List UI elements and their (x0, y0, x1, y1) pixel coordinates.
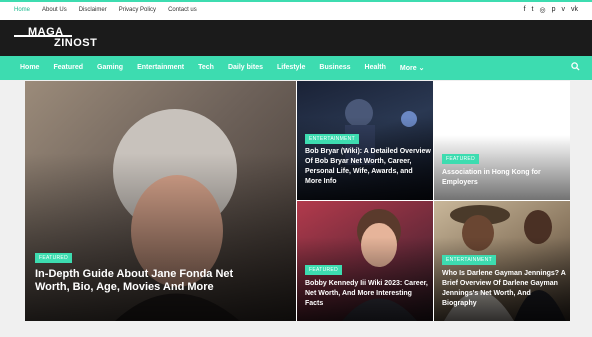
nav-health[interactable]: Health (365, 64, 386, 72)
top-nav: Home About Us Disclaimer Privacy Policy … (14, 7, 197, 13)
category-badge[interactable]: FEATURED (305, 265, 342, 275)
instagram-icon[interactable]: ◎ (539, 6, 545, 14)
nav-lifestyle[interactable]: Lifestyle (277, 64, 305, 72)
topnav-home[interactable]: Home (14, 7, 30, 13)
nav-tech[interactable]: Tech (198, 64, 214, 72)
category-badge[interactable]: FEATURED (35, 253, 72, 263)
logo-bar (14, 35, 52, 37)
nav-home[interactable]: Home (20, 64, 39, 72)
post-title[interactable]: Who Is Darlene Gayman Jennings? A Brief … (442, 269, 566, 309)
post-title[interactable]: Bob Bryar (Wiki): A Detailed Overview Of… (305, 147, 431, 187)
post-card[interactable]: ENTERTAINMENT Who Is Darlene Gayman Jenn… (434, 201, 570, 321)
twitter-icon[interactable]: t (532, 6, 534, 14)
topnav-privacy[interactable]: Privacy Policy (119, 7, 156, 13)
nav-featured[interactable]: Featured (53, 64, 83, 72)
vk-icon[interactable]: vk (571, 6, 578, 14)
post-card[interactable]: FEATURED Association in Hong Kong for Em… (434, 81, 570, 200)
nav-more[interactable]: More ⌄ (400, 64, 425, 72)
post-title[interactable]: In-Depth Guide About Jane Fonda Net Wort… (35, 268, 235, 294)
post-title[interactable]: Association in Hong Kong for Employers (442, 168, 566, 188)
category-badge[interactable]: FEATURED (442, 154, 479, 164)
featured-grid: FEATURED In-Depth Guide About Jane Fonda… (25, 81, 570, 321)
category-badge[interactable]: ENTERTAINMENT (442, 255, 496, 265)
topnav-about[interactable]: About Us (42, 7, 67, 13)
search-icon[interactable] (571, 62, 580, 74)
topnav-disclaimer[interactable]: Disclaimer (79, 7, 107, 13)
post-card[interactable]: ENTERTAINMENT Bob Bryar (Wiki): A Detail… (297, 81, 433, 200)
post-title[interactable]: Bobby Kennedy Iii Wiki 2023: Career, Net… (305, 279, 429, 309)
site-logo[interactable]: MAGA ZINOST (14, 26, 104, 50)
image-overlay (25, 153, 296, 321)
vimeo-icon[interactable]: v (562, 6, 566, 14)
nav-entertainment[interactable]: Entertainment (137, 64, 184, 72)
logo-line-2: ZINOST (54, 37, 98, 49)
facebook-icon[interactable]: f (524, 6, 526, 14)
post-card[interactable]: FEATURED In-Depth Guide About Jane Fonda… (25, 81, 296, 321)
post-card[interactable]: FEATURED Bobby Kennedy Iii Wiki 2023: Ca… (297, 201, 433, 321)
social-links: f t ◎ p v vk (524, 6, 578, 14)
pinterest-icon[interactable]: p (552, 6, 556, 14)
top-bar: Home About Us Disclaimer Privacy Policy … (0, 0, 592, 20)
nav-daily-bites[interactable]: Daily bites (228, 64, 263, 72)
category-badge[interactable]: ENTERTAINMENT (305, 134, 359, 144)
nav-gaming[interactable]: Gaming (97, 64, 123, 72)
site-header: MAGA ZINOST (0, 20, 592, 56)
topnav-contact[interactable]: Contact us (168, 7, 197, 13)
main-nav: Home Featured Gaming Entertainment Tech … (0, 56, 592, 80)
nav-business[interactable]: Business (319, 64, 350, 72)
